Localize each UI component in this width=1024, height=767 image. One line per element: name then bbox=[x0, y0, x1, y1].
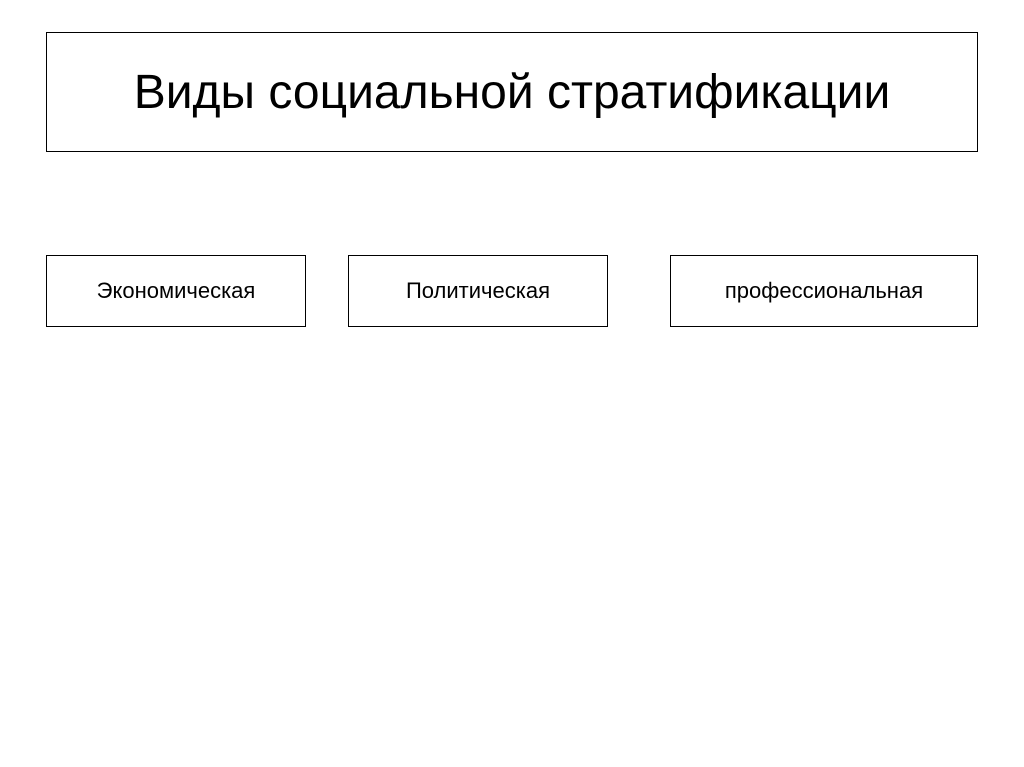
category-box-political: Политическая bbox=[348, 255, 608, 327]
category-box-economic: Экономическая bbox=[46, 255, 306, 327]
category-label: Политическая bbox=[406, 278, 550, 304]
title-box: Виды социальной стратификации bbox=[46, 32, 978, 152]
diagram-title: Виды социальной стратификации bbox=[134, 65, 891, 120]
category-label: Экономическая bbox=[97, 278, 256, 304]
category-box-professional: профессиональная bbox=[670, 255, 978, 327]
category-label: профессиональная bbox=[725, 278, 923, 304]
